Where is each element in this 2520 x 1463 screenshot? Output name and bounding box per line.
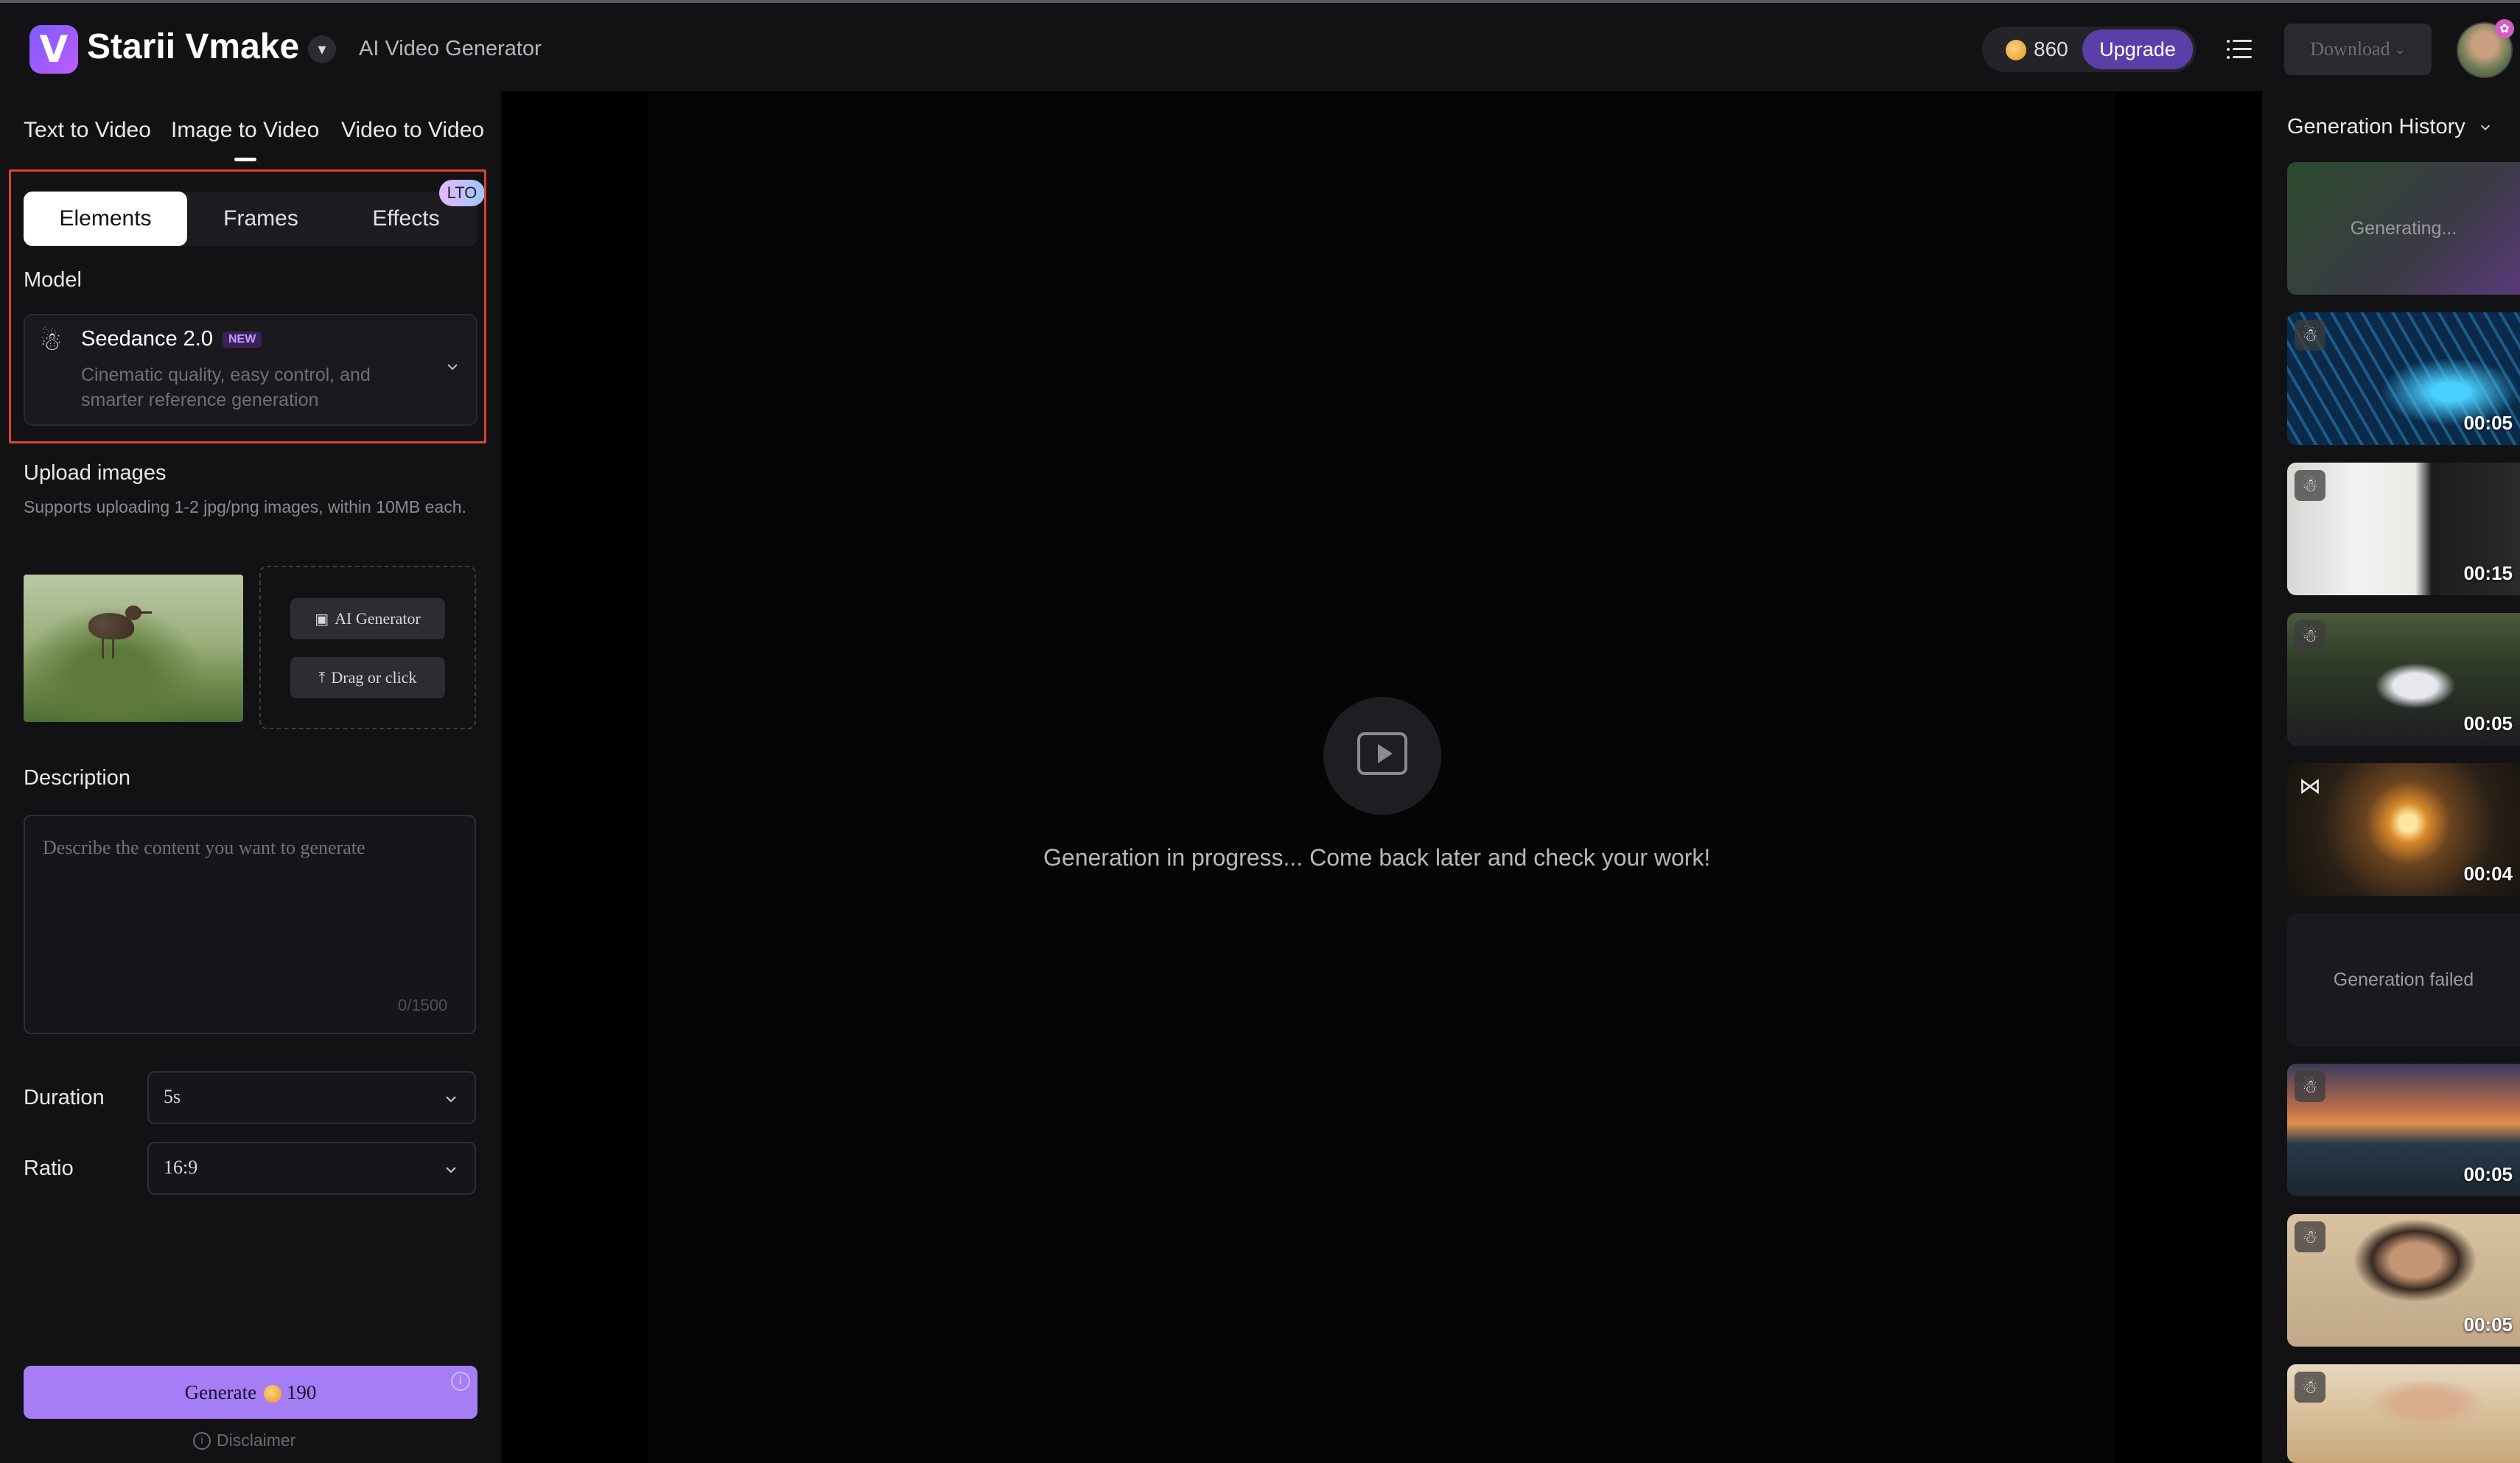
avatar-badge-icon: ✿ (2495, 19, 2514, 38)
upgrade-button[interactable]: Upgrade (2082, 29, 2193, 69)
task-list-icon[interactable] (2227, 37, 2253, 62)
coin-icon (264, 1385, 282, 1403)
card-status: Generation failed (2333, 969, 2474, 990)
uploaded-image-thumbnail[interactable] (24, 575, 243, 722)
download-button[interactable]: Download ⌄ (2284, 24, 2432, 75)
disclaimer-label: Disclaimer (217, 1431, 296, 1450)
seedance-icon: ☃ (2295, 620, 2325, 651)
card-status: Generating... (2350, 217, 2457, 239)
bird-bill (139, 611, 152, 614)
duration-value: 5s (164, 1086, 181, 1107)
app-subtitle: AI Video Generator (359, 37, 542, 60)
download-label: Download (2310, 38, 2390, 60)
description-label: Description (24, 766, 131, 790)
active-tab-indicator (234, 158, 256, 161)
seedance-icon: ☃ (2295, 1372, 2325, 1403)
history-card-generating[interactable]: Generating... (2287, 162, 2520, 295)
tab-image-to-video[interactable]: Image to Video (171, 118, 319, 143)
brand-menu-chevron-icon[interactable]: ▾ (308, 35, 336, 63)
description-placeholder: Describe the content you want to generat… (43, 837, 365, 858)
ratio-label: Ratio (24, 1157, 74, 1180)
info-icon[interactable]: i (451, 1372, 470, 1391)
left-panel: Text to Video Image to Video Video to Vi… (0, 91, 501, 1463)
top-bar: V Starii Vmake ▾ AI Video Generator 860 … (0, 0, 2520, 91)
credits-count: 860 (2034, 38, 2068, 60)
ai-generator-label: AI Generator (335, 609, 421, 628)
ai-generator-button[interactable]: ▣ AI Generator (290, 598, 445, 639)
seedance-icon: ☃ (2295, 1221, 2325, 1252)
history-card[interactable]: ☃ 00:05 (2287, 1064, 2520, 1196)
ratio-value: 16:9 (164, 1157, 198, 1178)
generate-label: Generate (184, 1380, 257, 1403)
seedance-icon: ☃ (2295, 320, 2325, 351)
chevron-down-icon (446, 1167, 456, 1173)
card-duration: 00:04 (2463, 863, 2513, 885)
upload-dropzone[interactable] (259, 566, 476, 729)
duration-select[interactable] (147, 1071, 476, 1124)
seedance-icon: ☃ (2295, 470, 2325, 501)
selection-highlight (9, 169, 486, 443)
brand-name[interactable]: Starii Vmake (87, 27, 299, 67)
chevron-down-icon (446, 1096, 456, 1103)
coin-icon (2006, 40, 2026, 60)
chevron-down-icon[interactable] (2479, 121, 2492, 134)
card-duration: 00:05 (2463, 1313, 2513, 1336)
card-duration: 00:05 (2463, 412, 2513, 434)
bird-leg (112, 638, 114, 659)
upload-label: Upload images (24, 461, 167, 485)
generate-cost: 190 (286, 1380, 317, 1403)
drag-or-click-label: Drag or click (331, 668, 417, 687)
app-logo[interactable]: V (29, 25, 78, 74)
generate-button[interactable]: Generate 190 (24, 1366, 477, 1419)
card-duration: 00:15 (2463, 562, 2513, 584)
seedance-icon: ☃ (2295, 1071, 2325, 1102)
tab-video-to-video[interactable]: Video to Video (341, 118, 484, 143)
image-icon: ▣ (315, 611, 329, 628)
history-card-failed[interactable]: Generation failed (2287, 913, 2520, 1046)
upload-icon: ⤒ (318, 669, 326, 686)
card-duration: 00:05 (2463, 712, 2513, 734)
logo-letter: V (39, 28, 69, 71)
history-card[interactable]: ☃ 00:05 (2287, 613, 2520, 745)
meta-icon: ⋈ (2299, 773, 2321, 799)
chevron-down-icon: ⌄ (2394, 41, 2406, 57)
upload-hint: Supports uploading 1-2 jpg/png images, w… (24, 497, 466, 516)
drag-or-click-button[interactable]: ⤒ Drag or click (290, 657, 445, 698)
tab-text-to-video[interactable]: Text to Video (24, 118, 151, 143)
info-icon: i (193, 1431, 211, 1450)
history-card[interactable]: ⋈ 00:04 (2287, 763, 2520, 896)
history-card[interactable]: ☃ 00:05 (2287, 312, 2520, 445)
history-card[interactable]: ☃ (2287, 1364, 2520, 1463)
history-title[interactable]: Generation History (2287, 115, 2465, 139)
bird-leg (102, 638, 104, 659)
disclaimer-link[interactable]: i Disclaimer (193, 1431, 295, 1450)
history-card[interactable]: ☃ 00:15 (2287, 463, 2520, 595)
play-triangle (1378, 744, 1393, 763)
history-card[interactable]: ☃ 00:05 (2287, 1214, 2520, 1347)
duration-label: Duration (24, 1086, 105, 1109)
description-char-count: 0/1500 (398, 996, 448, 1014)
generation-progress-message: Generation in progress... Come back late… (1043, 844, 1711, 871)
card-duration: 00:05 (2463, 1163, 2513, 1185)
